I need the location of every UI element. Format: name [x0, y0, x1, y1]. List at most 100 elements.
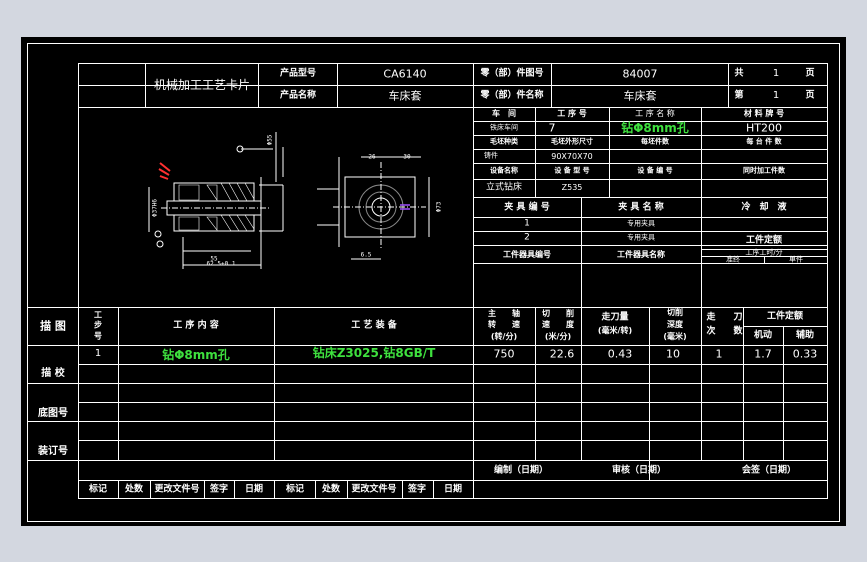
col-content: 工 序 内 容 [173, 320, 219, 331]
footer-signed: 会签（日期） [741, 465, 797, 476]
equip-name: 立式钻床 [485, 182, 523, 193]
col-feed-b: (毫米/转) [597, 326, 633, 335]
product-name-label: 产品名称 [279, 90, 317, 101]
prep-sub-1: 准终 [726, 255, 740, 264]
page-unit: 页 [805, 68, 815, 79]
coolant-label: 冷 却 液 [741, 202, 787, 213]
process-name: 钻Φ8mm孔 [621, 121, 689, 135]
part-name-label: 零（部）件名称 [480, 90, 544, 101]
process-card-grid [27, 43, 840, 522]
blank-type-label: 毛坯种类 [490, 137, 518, 146]
part-no: 84007 [622, 67, 658, 81]
footer-count-2: 处数 [321, 484, 341, 495]
drawing-sheet: 机械加工工艺卡片 产品型号 CA6140 产品名称 车床套 零（部）件图号 84… [21, 37, 846, 526]
col-machine-time: 机动 [753, 330, 773, 341]
prep-time-label: 工序工时/分 [745, 248, 783, 257]
workshop: 铁床车间 [490, 123, 518, 132]
dim-top: Φ55 [266, 134, 274, 146]
col-depth-c: (毫米) [663, 332, 687, 341]
col-aux-time: 辅助 [795, 330, 815, 341]
equip-no-label: 设 备 编 号 [637, 166, 673, 175]
col-cut-c: (米/分) [544, 332, 572, 341]
page-unit-2: 页 [805, 90, 815, 101]
blank-type: 铸件 [484, 151, 498, 160]
footer-reviewed: 审核（日期） [611, 465, 667, 476]
clamp-marker [158, 162, 171, 180]
equip-model-label: 设 备 型 号 [554, 166, 590, 175]
product-model-label: 产品型号 [279, 68, 317, 79]
fixture-row2-no: 2 [524, 232, 530, 243]
footer-compiled: 编制（日期） [493, 465, 549, 476]
prep-sub-2: 单件 [789, 255, 803, 264]
dim-right-bottom: 6.5 [360, 251, 372, 259]
col-depth-a: 切削 [667, 308, 683, 317]
footer-mark-2: 标记 [285, 484, 305, 495]
workshop-label: 车 间 [492, 109, 516, 118]
footer-count: 处数 [124, 484, 144, 495]
footer-date-2: 日期 [443, 484, 463, 495]
total-value: 1 [772, 68, 780, 79]
col-depth-b: 深度 [667, 320, 683, 329]
page-label: 第 [734, 90, 744, 101]
equip-name-label: 设备名称 [490, 166, 518, 175]
fixture-row2-name: 专用夹具 [627, 233, 655, 242]
fixture-name-label: 夹 具 名 称 [618, 202, 664, 213]
op-content: 钻Φ8mm孔 [162, 348, 230, 362]
op-spindle-speed: 750 [493, 347, 515, 361]
material: HT200 [746, 121, 782, 135]
op-machine-time: 1.7 [754, 347, 772, 361]
op-equipment: 钻床Z3025,钻8GB/T [312, 346, 436, 360]
side-base-no: 底图号 [38, 408, 68, 419]
footer-mark: 标记 [88, 484, 108, 495]
per-machine-label: 每 台 件 数 [746, 137, 782, 146]
equip-model: Z535 [561, 183, 583, 192]
col-equipment: 工 艺 装 备 [351, 320, 397, 331]
col-cut-b: 速 度 [542, 320, 574, 329]
side-check: 描 校 [41, 368, 65, 379]
blank-count-label: 每坯件数 [641, 137, 669, 146]
process-name-label: 工 序 名 称 [635, 109, 675, 118]
footer-change-doc: 更改文件号 [154, 484, 200, 495]
part-name: 车床套 [623, 89, 657, 103]
op-feed: 0.43 [607, 347, 633, 361]
footer-sign: 签字 [209, 484, 229, 495]
col-passes-c: 刀 [733, 312, 743, 323]
fixture-no-label: 夹 具 编 号 [504, 202, 550, 213]
footer-change-doc-2: 更改文件号 [351, 484, 397, 495]
footer-sign-2: 签字 [407, 484, 427, 495]
col-spindle-b: 转 速 [488, 320, 520, 329]
op-aux-time: 0.33 [792, 347, 818, 361]
col-spindle-a: 主 轴 [488, 309, 520, 318]
part-no-label: 零（部）件图号 [480, 68, 544, 79]
col-feed-a: 走刀量 [601, 312, 629, 323]
process-no: 7 [548, 121, 556, 135]
op-passes: 1 [715, 347, 723, 361]
dim-left-total: 62.5±0.1 [206, 260, 236, 268]
part-section-view [148, 132, 284, 269]
col-spindle-c: (转/分) [490, 332, 518, 341]
total-label: 共 [734, 68, 744, 79]
tool-name-label: 工件器具名称 [617, 250, 665, 259]
op-depth: 10 [666, 347, 680, 361]
product-model: CA6140 [383, 67, 427, 81]
op-cut-speed: 22.6 [549, 347, 575, 361]
dim-right-side: Φ73 [435, 201, 443, 213]
col-passes-a: 走 [706, 312, 716, 323]
side-binding-no: 装订号 [38, 446, 68, 457]
dim-left-side: Φ37H6 [151, 198, 159, 218]
process-no-label: 工 序 号 [557, 109, 587, 118]
col-passes-b: 次 [706, 326, 716, 337]
dim-right-top-a: 26 [368, 153, 376, 161]
card-title: 机械加工工艺卡片 [153, 78, 251, 92]
side-describe: 描 图 [40, 319, 66, 333]
footer-date: 日期 [244, 484, 264, 495]
fixture-row1-name: 专用夹具 [627, 219, 655, 228]
simul-label: 同时加工件数 [743, 166, 785, 175]
tool-no-label: 工件器具编号 [503, 250, 551, 259]
col-quota: 工件定额 [766, 311, 804, 322]
col-passes-d: 数 [733, 326, 743, 337]
col-cut-a: 切 削 [542, 309, 574, 318]
fixture-row1-no: 1 [524, 218, 530, 229]
product-name: 车床套 [388, 89, 422, 103]
work-quota-label: 工件定额 [745, 235, 783, 246]
